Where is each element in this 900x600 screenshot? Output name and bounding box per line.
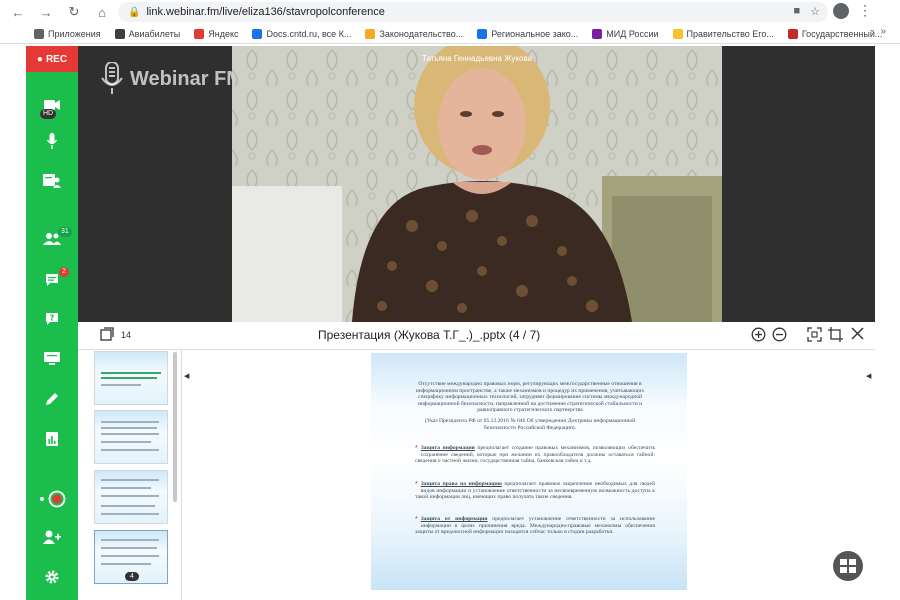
crop-icon[interactable] [828,327,843,347]
back-arrow-icon[interactable]: ← [8,2,28,22]
bookmark-item[interactable]: Государственный... [787,28,883,39]
url-text: link.webinar.fm/live/eliza136/stavropolc… [146,6,385,18]
add-user-icon [43,530,61,544]
monitor-icon [44,352,60,365]
poll-chart-icon [46,432,58,446]
presentation-title: Презентация (Жукова Т.Г_.)_.pptx (4 / 7) [318,328,541,342]
bookmark-item[interactable]: Законодательство... [365,28,464,39]
bookmark-favicon-icon [252,28,263,39]
chat-count-badge: 2 [59,267,69,277]
rec-dot-icon: ● [36,53,43,65]
chat-button[interactable] [26,267,78,293]
bookmark-item[interactable]: Яндекс [194,28,239,39]
speaker-video-frame [232,46,722,322]
bookmarks-more-button[interactable]: » [880,26,886,37]
slide-item-1: * Защита информации предполагает создани… [415,445,655,465]
participants-count-badge: 31 [58,227,72,237]
thumbnails-scrollbar[interactable] [173,352,177,502]
bookmark-item[interactable]: Авиабилеты [114,28,181,39]
bookmark-favicon-icon [672,28,683,39]
slides-panel-icon[interactable] [100,327,114,346]
bookmark-favicon-icon [592,28,603,39]
bookmark-label: МИД России [606,28,659,39]
bookmark-item[interactable]: МИД России [592,28,659,39]
webinar-logo: Webinar FM [100,62,243,96]
bookmark-item[interactable]: Правительство Его... [672,28,774,39]
bookmark-label: Приложения [48,28,101,39]
zoom-in-icon[interactable] [751,327,766,347]
speaker-video [232,46,722,322]
pencil-icon [46,393,58,405]
bookmark-star-icon[interactable]: ☆ [810,5,820,18]
slide-intro-text: Отсутствие международно правовых норм, р… [415,381,645,414]
bookmark-favicon-icon [34,28,44,39]
bookmark-favicon-icon [194,28,205,39]
slide-item-3: * Защита от информации предполагает уста… [415,516,655,536]
invite-button[interactable] [26,524,78,550]
microphone-button[interactable] [26,128,78,154]
browser-chrome: ← → ↻ ⌂ 🔒 link.webinar.fm/live/eliza136/… [0,0,900,44]
slide-thumbnail[interactable] [94,470,168,524]
reload-icon[interactable]: ↻ [64,2,84,22]
slide-count-label: 14 [121,330,132,340]
rec-label: REC [45,53,68,65]
bookmark-favicon-icon [477,28,488,39]
presentation-button[interactable] [26,346,78,372]
question-icon: ? [46,313,58,325]
bookmark-label: Региональное зако... [491,28,579,39]
bookmark-label: Правительство Его... [686,28,774,39]
bookmark-item[interactable]: Региональное зако... [477,28,579,39]
zoom-out-icon[interactable] [772,327,787,347]
forward-arrow-icon[interactable]: → [36,2,56,22]
profile-avatar-icon[interactable] [833,3,849,19]
browser-menu-icon[interactable]: ⋮ [858,2,872,19]
camera-permission-icon[interactable]: ■ [793,5,800,18]
slide-thumbnail[interactable] [94,351,168,405]
bookmark-label: Docs.cntd.ru, все К... [266,28,352,39]
collapse-thumbs-arrow-icon[interactable]: ◀ [184,372,189,380]
bookmarks-bar: Приложения Авиабилеты Яндекс Docs.cntd.ru, … [0,24,900,44]
presenter-icon [43,174,61,188]
slide-decree-text: (Указ Президента РФ от 05.12.2016 № 646 … [424,417,636,431]
bookmark-item[interactable]: Приложения [34,28,101,39]
bookmark-favicon-icon [787,28,798,39]
slide-thumbnail-current[interactable]: 4 [94,530,168,584]
bookmark-label: Яндекс [208,28,239,39]
settings-button[interactable] [26,564,78,590]
rec-button[interactable]: ● REC [26,46,78,72]
layout-grid-button[interactable] [833,551,863,581]
gear-icon [45,570,59,584]
bookmark-label: Законодательство... [379,28,464,39]
close-icon[interactable] [851,327,864,345]
webinar-mic-logo-icon [101,62,123,94]
record-icon [40,490,66,508]
logo-text: Webinar FM [130,67,243,90]
hd-badge: HD [40,109,57,119]
bookmark-label: Авиабилеты [128,28,181,39]
fit-screen-icon[interactable] [807,327,822,347]
questions-button[interactable]: ? [26,306,78,332]
bookmark-favicon-icon [365,28,376,39]
microphone-icon [47,133,57,149]
bookmark-label: Государственный... [801,28,883,39]
slide-item-2: * Защита права на информацию предполагае… [415,481,655,501]
current-slide-badge: 4 [125,572,139,581]
screen-share-button[interactable] [26,168,78,194]
address-bar[interactable]: 🔒 link.webinar.fm/live/eliza136/stavropo… [118,2,828,22]
record-button[interactable] [26,486,78,512]
speaker-name-label: Татьяна Геннадьевна Жукова [421,54,533,63]
bookmark-item[interactable]: Docs.cntd.ru, все К... [252,28,352,39]
home-icon[interactable]: ⌂ [92,2,112,22]
chat-icon [46,274,58,286]
polls-button[interactable] [26,426,78,452]
lock-icon: 🔒 [128,6,141,18]
draw-button[interactable] [26,386,78,412]
expand-panel-arrow-icon[interactable]: ◀ [866,372,871,380]
svg-text:?: ? [50,314,55,323]
slide-thumbnail[interactable] [94,410,168,464]
layout-grid-icon [840,559,856,573]
bookmark-favicon-icon [114,28,125,39]
current-slide: Отсутствие международно правовых норм, р… [371,353,687,590]
